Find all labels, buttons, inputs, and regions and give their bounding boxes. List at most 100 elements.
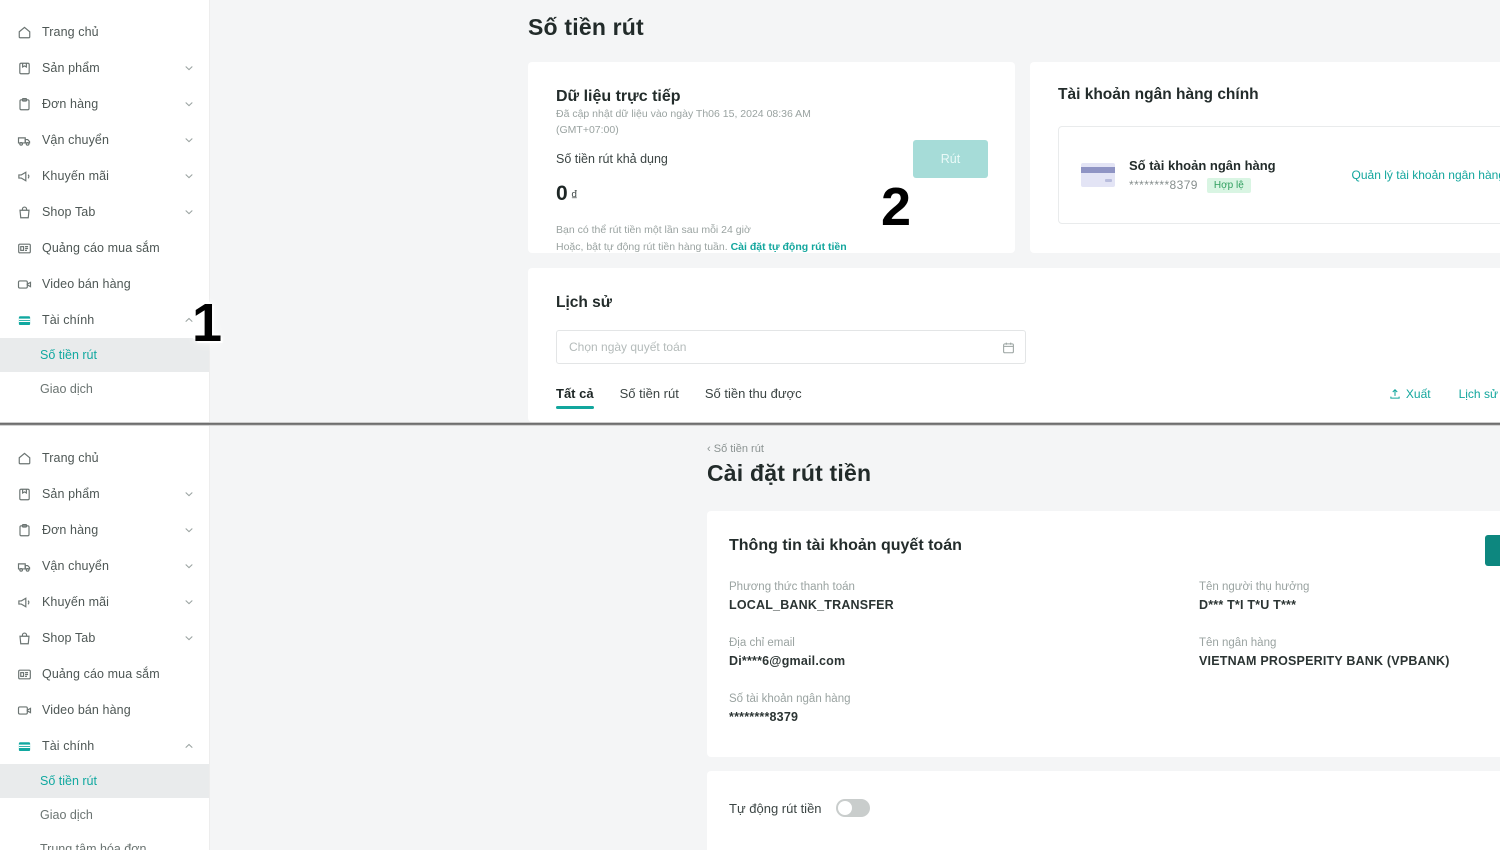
auto-withdraw-toggle[interactable] [835,799,870,817]
settlement-date-input[interactable]: Chọn ngày quyết toán [556,330,1026,364]
breadcrumb-chevron-left-icon: ‹ [707,443,714,455]
export-icon [1389,388,1401,400]
chevron-up-icon[interactable] [183,740,195,752]
settlement-field-4: Tên ngân hàng VIETNAM PROSPERITY BANK (VP… [1199,637,1500,668]
sidebar-item-label: Đơn hàng [42,97,99,111]
auto-withdraw-settings-link[interactable]: Cài đặt tự động rút tiền [731,241,847,253]
auto-withdraw-row: Tự động rút tiền [729,799,1500,817]
amount-number: 0 [556,182,568,205]
sidebar-item-label: Quảng cáo mua sắm [42,241,160,255]
annotation-marker-2: 2 [881,177,912,237]
chevron-down-icon[interactable] [183,632,195,644]
sidebar-item-label: Tài chính [42,739,95,753]
settlement-account-card: Thông tin tài khoản quyết toán Thay đổi … [707,511,1500,757]
field-value: LOCAL_BANK_TRANSFER [729,598,894,612]
chevron-down-icon[interactable] [183,596,195,608]
chevron-down-icon[interactable] [183,134,195,146]
breadcrumb-label: Số tiền rút [713,443,764,455]
video-icon [16,276,32,292]
bank-account-number: ********8379 [1129,178,1198,192]
sidebar-item-9[interactable]: Tài chính [0,728,209,764]
change-account-button[interactable]: Thay đổi tài khoản [1484,535,1500,566]
sidebar-item-label: Vận chuyển [42,559,110,573]
breadcrumb[interactable]: ‹ Số tiền rút [707,443,764,455]
sidebar-item-label: Trang chủ [42,451,99,465]
sidebar-subitem-số-tiền-rút[interactable]: Số tiền rút [0,764,209,798]
sidebar-item-2[interactable]: Sản phẩm [0,476,209,512]
sidebar-subitem-giao-dịch[interactable]: Giao dịch [0,372,209,406]
field-value: Di****6@gmail.com [729,654,846,668]
withdraw-note-line2-wrap: Hoặc, bật tự động rút tiền hàng tuần. Cà… [556,239,987,256]
chevron-down-icon[interactable] [183,488,195,500]
field-value: D*** T*I T*U T*** [1199,598,1297,612]
withdraw-note-line2: Hoặc, bật tự động rút tiền hàng tuần. [556,241,728,253]
sidebar-item-4[interactable]: Vận chuyển [0,122,209,158]
history-card: Lịch sử Chọn ngày quyết toán Tất cả Số ti… [528,268,1500,422]
withdraw-note: Bạn có thể rút tiền một lần sau mỗi 24 g… [556,222,987,256]
sidebar-top: Trang chủ Sản phẩm Đơn hàng Vận chuyển Khuyế… [0,0,210,422]
sidebar-item-8[interactable]: Video bán hàng [0,692,209,728]
chevron-down-icon[interactable] [183,524,195,536]
manage-bank-account-link[interactable]: Quản lý tài khoản ngân hàng [1352,168,1500,182]
field-label: Địa chỉ email [729,637,795,649]
history-actions: Xuất Lịch sử xuất [1361,387,1500,409]
finance-icon [16,312,32,328]
ads-icon [16,666,32,682]
auto-withdraw-card: Tự động rút tiền [707,771,1500,850]
sidebar-item-6[interactable]: Shop Tab [0,620,209,656]
history-tab-3[interactable]: Số tiền thu được [705,386,802,409]
sidebar-subitem-số-tiền-rút[interactable]: Số tiền rút [0,338,209,372]
settlement-field-2: Tên người thụ hưởng D*** T*I T*U T*** [1199,581,1500,612]
sidebar-item-3[interactable]: Đơn hàng [0,512,209,548]
history-tab-1[interactable]: Tất cả [556,386,594,409]
sidebar-item-label: Khuyến mãi [42,595,110,609]
order-icon [16,96,32,112]
chevron-down-icon[interactable] [183,62,195,74]
sidebar-item-8[interactable]: Video bán hàng [0,266,209,302]
order-icon [16,522,32,538]
sidebar-item-label: Đơn hàng [42,523,99,537]
sidebar-bottom: Trang chủ Sản phẩm Đơn hàng Vận chuyển Khuyế… [0,426,210,850]
shipping-icon [16,132,32,148]
settlement-fields-grid: Phương thức thanh toán LOCAL_BANK_TRANSFE… [729,581,1500,724]
sidebar-subitem-giao-dịch[interactable]: Giao dịch [0,798,209,832]
sidebar-item-1[interactable]: Trang chủ [0,14,209,50]
sidebar-subitem-trung-tâm-hóa-đơn[interactable]: Trung tâm hóa đơn [0,832,209,850]
sidebar-item-3[interactable]: Đơn hàng [0,86,209,122]
sidebar-item-2[interactable]: Sản phẩm [0,50,209,86]
live-data-title: Dữ liệu trực tiếp [556,88,681,105]
sidebar-item-9[interactable]: Tài chính [0,302,209,338]
sidebar-item-4[interactable]: Vận chuyển [0,548,209,584]
credit-card-icon [1081,163,1115,187]
export-label: Xuất [1405,386,1431,401]
sidebar-item-7[interactable]: Quảng cáo mua sắm [0,230,209,266]
bank-account-number-row: ********8379 Hợp lệ [1129,177,1276,193]
bottom-content-area: ‹ Số tiền rút Cài đặt rút tiền Thông tin… [210,426,1500,850]
chevron-down-icon[interactable] [183,206,195,218]
video-icon [16,702,32,718]
bank-account-label: Số tài khoản ngân hàng [1129,157,1276,173]
withdraw-button[interactable]: Rút [913,140,988,178]
settlement-field-1: Phương thức thanh toán LOCAL_BANK_TRANSFE… [729,581,1199,612]
chevron-down-icon[interactable] [183,98,195,110]
finance-icon [16,738,32,754]
auto-withdraw-label: Tự động rút tiền [729,800,822,816]
chevron-down-icon[interactable] [183,560,195,572]
field-value: ********8379 [729,710,799,724]
bank-card-title: Tài khoản ngân hàng chính [1058,86,1259,103]
settlement-field-5: Số tài khoản ngân hàng ********8379 [729,693,1199,724]
chevron-down-icon[interactable] [183,170,195,182]
export-button[interactable]: Xuất [1389,387,1431,401]
ads-icon [16,240,32,256]
history-tab-2[interactable]: Số tiền rút [620,386,679,409]
sidebar-item-6[interactable]: Shop Tab [0,194,209,230]
sidebar-item-5[interactable]: Khuyến mãi [0,584,209,620]
export-history-button[interactable]: Lịch sử xuất [1459,387,1500,401]
bank-account-row[interactable]: Số tài khoản ngân hàng ********8379 Hợp … [1058,126,1500,224]
sidebar-item-7[interactable]: Quảng cáo mua sắm [0,656,209,692]
screenshot-root: Trang chủ Sản phẩm Đơn hàng Vận chuyển Khuyế… [0,0,1500,850]
sidebar-item-1[interactable]: Trang chủ [0,440,209,476]
page-title: Số tiền rút [528,14,644,40]
sidebar-item-5[interactable]: Khuyến mãi [0,158,209,194]
sidebar-item-label: Shop Tab [42,205,96,219]
